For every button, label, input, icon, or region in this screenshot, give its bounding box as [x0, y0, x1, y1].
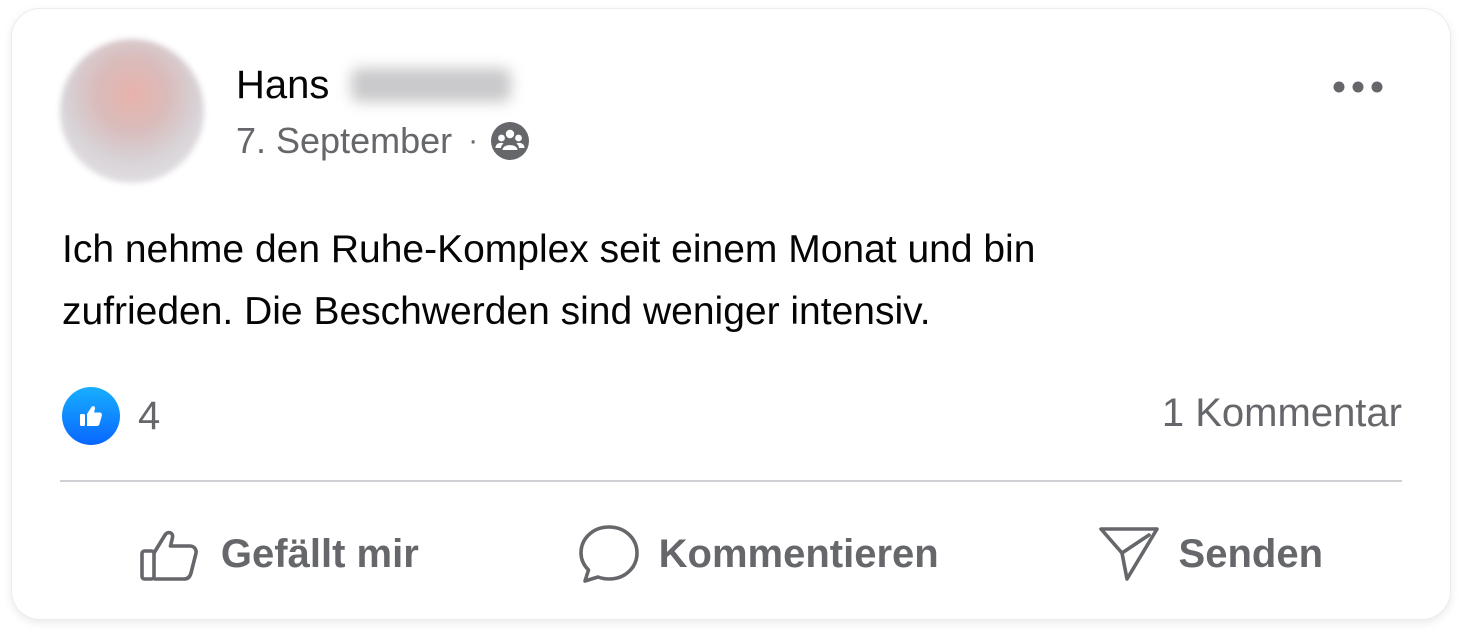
thumbs-up-icon — [140, 530, 198, 581]
post-card: Hans 7. September · Ich nehme den Ruhe-K… — [12, 9, 1450, 619]
reaction-summary[interactable]: 4 — [62, 385, 160, 447]
comment-bubble-icon — [578, 525, 639, 583]
avatar[interactable] — [60, 39, 204, 183]
redacted-surname — [351, 68, 512, 102]
author-row: Hans — [236, 61, 512, 109]
like-count: 4 — [138, 393, 161, 438]
more-options-icon — [1333, 81, 1383, 93]
comment-button-label: Kommentieren — [658, 531, 939, 576]
send-icon — [1098, 527, 1159, 581]
group-icon[interactable] — [490, 121, 530, 161]
like-button-label: Gefällt mir — [220, 531, 419, 576]
post-text: Ich nehme den Ruhe-Komplex seit einem Mo… — [62, 228, 1036, 333]
send-button-label: Senden — [1178, 531, 1324, 576]
post-date[interactable]: 7. September — [236, 120, 452, 162]
divider — [60, 480, 1402, 482]
more-options-button[interactable] — [1330, 71, 1386, 103]
like-button[interactable]: Gefällt mir — [139, 523, 419, 585]
author-name[interactable]: Hans — [236, 63, 329, 108]
send-button[interactable]: Senden — [1097, 523, 1323, 585]
comment-button[interactable]: Kommentieren — [577, 523, 939, 585]
post-meta: 7. September · — [236, 119, 530, 163]
meta-separator: · — [468, 124, 479, 157]
action-bar: Gefällt mir Kommentieren Senden — [60, 514, 1402, 594]
comment-count[interactable]: 1 Kommentar — [1162, 391, 1402, 436]
like-reaction-icon — [62, 387, 120, 445]
